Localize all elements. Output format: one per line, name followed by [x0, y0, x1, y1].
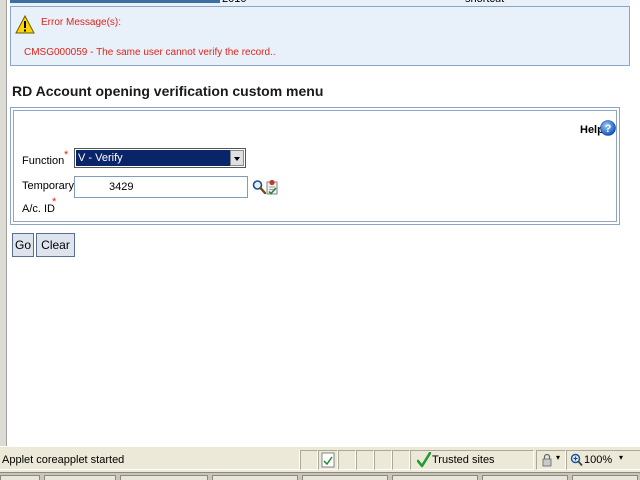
taskbar: [0, 472, 640, 480]
taskbar-button-8[interactable]: [572, 475, 638, 480]
error-message-text: CMSG000059 - The same user cannot verify…: [24, 47, 276, 58]
zoom-dropdown-icon[interactable]: ▾: [619, 453, 623, 462]
form-panel: Help ? Function * V - Verify Temporary A…: [10, 107, 620, 225]
warning-icon: [15, 15, 35, 34]
status-text: Applet coreapplet started: [2, 454, 125, 466]
taskbar-button-4[interactable]: [212, 475, 298, 480]
top-cropped-bar: [10, 0, 220, 3]
status-cell-blank-3: [356, 450, 374, 470]
taskbar-button-1[interactable]: [0, 475, 40, 480]
status-cell-applet: [318, 450, 338, 470]
status-cell-blank-1: [300, 450, 318, 470]
form-inner-panel: Help ? Function * V - Verify Temporary A…: [13, 110, 617, 222]
window-left-edge: [0, 0, 7, 446]
search-icon[interactable]: [252, 179, 266, 195]
zoom-icon: [570, 453, 583, 467]
taskbar-button-2[interactable]: [44, 475, 116, 480]
chevron-down-icon[interactable]: [230, 150, 244, 166]
taskbar-button-5[interactable]: [302, 475, 388, 480]
go-button[interactable]: Go: [12, 233, 34, 257]
taskbar-button-7[interactable]: [482, 475, 568, 480]
lock-icon: [542, 453, 552, 467]
status-cell-blank-4: [374, 450, 392, 470]
status-cell-blank-5: [392, 450, 410, 470]
function-select-value: V - Verify: [76, 150, 231, 166]
checkmark-icon: [417, 452, 431, 468]
svg-text:?: ?: [605, 123, 612, 135]
temporary-label: Temporary: [22, 180, 74, 192]
function-required-marker: *: [64, 149, 69, 161]
acid-label: A/c. ID: [22, 203, 56, 215]
taskbar-button-3[interactable]: [120, 475, 208, 480]
top-cropped-text-right: shortcut: [465, 0, 504, 5]
applet-icon: [321, 452, 335, 468]
error-title: Error Message(s):: [41, 17, 122, 28]
clear-button[interactable]: Clear: [36, 233, 75, 257]
browser-window: 2010 shortcut Error Message(s): CMSG0000…: [0, 0, 640, 480]
security-zone-text: Trusted sites: [432, 454, 495, 466]
temporary-acid-input[interactable]: [74, 176, 248, 198]
error-message-box: Error Message(s): CMSG000059 - The same …: [10, 6, 630, 66]
top-cropped-text-left: 2010: [222, 0, 246, 5]
protected-mode-cell[interactable]: ▾: [536, 450, 566, 470]
protected-mode-dropdown-icon: ▾: [556, 453, 561, 462]
verify-icon[interactable]: [266, 179, 278, 195]
taskbar-button-6[interactable]: [392, 475, 478, 480]
status-cell-blank-2: [338, 450, 356, 470]
zoom-level: 100%: [584, 454, 613, 466]
function-select[interactable]: V - Verify: [74, 148, 246, 168]
acid-required-marker: *: [52, 196, 57, 208]
page-title: RD Account opening verification custom m…: [12, 83, 324, 99]
status-bar: Applet coreapplet started Trusted sites …: [0, 446, 640, 472]
help-icon[interactable]: ?: [600, 120, 616, 136]
function-label: Function: [22, 155, 65, 167]
